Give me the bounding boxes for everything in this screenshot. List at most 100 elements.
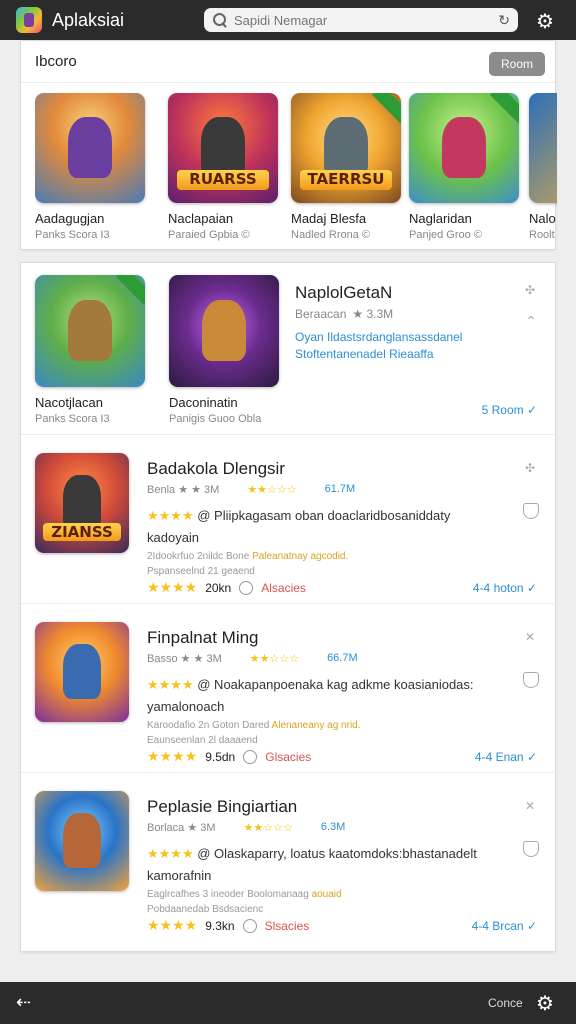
download-count: 9.5dn bbox=[205, 749, 236, 764]
spotlight-item[interactable]: Nacotjlacan Panks Scora I3 bbox=[35, 275, 147, 425]
description-stars: ★★★★ bbox=[147, 508, 194, 523]
item-name: Nalo bbox=[529, 211, 556, 226]
search-bar[interactable]: ↻ bbox=[204, 8, 518, 32]
spotlight-row[interactable]: Nacotjlacan Panks Scora I3 Daconinatin P… bbox=[21, 263, 557, 435]
carousel-item[interactable]: RUARSS Naclapaian Paraied Gpbia © bbox=[168, 93, 280, 241]
game-thumbnail[interactable] bbox=[169, 275, 279, 387]
app-description: ★★★★ @ Pliipkagasam oban doaclaridbosani… bbox=[147, 505, 497, 549]
game-banner-text: ZIANSS bbox=[42, 523, 122, 541]
footer-stars: ★★★★ bbox=[147, 579, 198, 595]
app-row[interactable]: Peplasie Bingiartian Borlaca ★ 3M ★★☆☆☆ … bbox=[21, 773, 557, 942]
carousel-item[interactable]: Nalo Roolt bbox=[529, 93, 557, 241]
game-thumbnail[interactable]: ZIANSS bbox=[35, 453, 129, 553]
app-title[interactable]: Finpalnat Ming bbox=[147, 628, 259, 648]
app-title[interactable]: Badakola Dlengsir bbox=[147, 459, 285, 479]
section-title: Ibcoro bbox=[21, 41, 555, 83]
game-thumbnail[interactable] bbox=[409, 93, 519, 203]
ribbon-badge bbox=[115, 275, 145, 306]
game-thumbnail[interactable] bbox=[35, 93, 145, 203]
spotlight-publisher: Beraacan bbox=[295, 307, 347, 321]
shield-icon[interactable] bbox=[523, 841, 539, 857]
refresh-icon[interactable]: ↻ bbox=[498, 12, 510, 29]
spotlight-item[interactable]: Daconinatin Panigis Guoo Obla bbox=[169, 275, 281, 425]
item-subtitle: Nadled Rrona © bbox=[291, 229, 371, 241]
item-name: Naglaridan bbox=[409, 211, 472, 226]
search-icon bbox=[212, 12, 228, 28]
app-row[interactable]: ZIANSS Badakola Dlengsir Benla ★ ★ 3M ★★… bbox=[21, 435, 557, 604]
back-icon[interactable]: ⇠ bbox=[16, 992, 31, 1013]
app-link[interactable]: 4-4 Enan ✓ bbox=[475, 750, 537, 764]
carousel-item[interactable]: Aadagugjan Panks Scora I3 bbox=[35, 93, 147, 241]
app-logo-icon bbox=[16, 7, 42, 33]
pin-icon[interactable]: ✣ bbox=[525, 283, 535, 297]
note-highlight: Paleanatnay agcodid. bbox=[252, 551, 349, 562]
gear-icon[interactable]: ⚙ bbox=[536, 991, 554, 1016]
game-thumbnail[interactable] bbox=[529, 93, 557, 203]
item-subtitle: Panigis Guoo Obla bbox=[169, 413, 262, 425]
description-stars: ★★★★ bbox=[147, 846, 194, 861]
featured-section: Ibcoro Room Aadagugjan Panks Scora I3 RU… bbox=[20, 40, 557, 250]
spotlight-link[interactable]: 5 Room ✓ bbox=[482, 403, 537, 417]
carousel-item[interactable]: TAERRSU Madaj Blesfa Nadled Rrona © bbox=[291, 93, 403, 241]
top-bar: Aplaksiai ↻ ⚙ bbox=[0, 0, 576, 40]
footer-stars: ★★★★ bbox=[147, 748, 198, 764]
shield-icon[interactable] bbox=[523, 503, 539, 519]
note-text-2: Pspanseelnd 21 geaend bbox=[147, 566, 255, 577]
app-link[interactable]: 4-4 Brcan ✓ bbox=[472, 919, 537, 933]
app-title[interactable]: Peplasie Bingiartian bbox=[147, 797, 297, 817]
item-name: Aadagugjan bbox=[35, 211, 105, 226]
app-meta: Borlaca ★ 3M ★★☆☆☆ 6.3M bbox=[147, 821, 345, 834]
badge-icon bbox=[242, 918, 257, 933]
spotlight-description: Oyan Ildastsrdanglansassdanel Stoftentan… bbox=[295, 330, 463, 361]
item-subtitle: Panks Scora I3 bbox=[35, 229, 110, 241]
item-subtitle: Paraied Gpbia © bbox=[168, 229, 250, 241]
item-subtitle: Roolt bbox=[529, 229, 555, 241]
app-footer: ★★★★ 9.5dn Glsacies bbox=[147, 748, 311, 765]
badge-icon bbox=[243, 749, 258, 764]
item-name: Daconinatin bbox=[169, 395, 238, 410]
close-icon[interactable]: ✕ bbox=[525, 799, 535, 813]
rating-stars: ★★☆☆☆ bbox=[249, 653, 300, 665]
item-name: Madaj Blesfa bbox=[291, 211, 367, 226]
app-size: 61.7M bbox=[324, 483, 356, 495]
item-name: Nacotjlacan bbox=[35, 395, 103, 410]
search-input[interactable] bbox=[234, 12, 494, 28]
shield-icon[interactable] bbox=[523, 672, 539, 688]
featured-carousel[interactable]: Aadagugjan Panks Scora I3 RUARSS Naclapa… bbox=[35, 93, 557, 243]
game-thumbnail[interactable] bbox=[35, 622, 129, 722]
app-footer: ★★★★ 20kn Alsacies bbox=[147, 579, 306, 596]
close-icon[interactable]: ✕ bbox=[525, 630, 535, 644]
item-name: Naclapaian bbox=[168, 211, 234, 226]
description-stars: ★★★★ bbox=[147, 677, 194, 692]
done-button[interactable]: Conce bbox=[488, 996, 523, 1010]
app-row[interactable]: Finpalnat Ming Basso ★ ★ 3M ★★☆☆☆ 66.7M … bbox=[21, 604, 557, 773]
pin-icon[interactable]: ✣ bbox=[525, 461, 535, 475]
game-banner-text: TAERRSU bbox=[299, 170, 393, 190]
more-button[interactable]: Room bbox=[489, 52, 545, 76]
app-footer: ★★★★ 9.3kn Slsacies bbox=[147, 917, 309, 934]
app-list: Nacotjlacan Panks Scora I3 Daconinatin P… bbox=[20, 262, 557, 952]
app-link[interactable]: 4-4 hoton ✓ bbox=[473, 581, 537, 595]
bottom-bar: ⇠ Conce ⚙ bbox=[0, 982, 576, 1024]
app-note: Eaglrcafhes 3 ineoder Boolomanaag aouaid… bbox=[147, 887, 342, 917]
carousel-item[interactable]: Naglaridan Panjed Groo © bbox=[409, 93, 521, 241]
spotlight-title: NaplolGetaN bbox=[295, 283, 393, 302]
game-thumbnail[interactable]: RUARSS bbox=[168, 93, 278, 203]
spotlight-subtitle: Beraacan ★ 3.3M bbox=[295, 307, 393, 321]
gear-icon[interactable]: ⚙ bbox=[536, 9, 554, 34]
app-publisher: Basso ★ ★ 3M bbox=[147, 653, 222, 665]
chevron-up-icon[interactable]: ⌃ bbox=[525, 313, 537, 330]
description-text: @ Noakapanpoenaka kag adkme koasianiodas… bbox=[147, 677, 474, 714]
note-text: 2Idookrfuo 2nildc Bone bbox=[147, 551, 250, 562]
app-meta: Basso ★ ★ 3M ★★☆☆☆ 66.7M bbox=[147, 652, 358, 665]
game-thumbnail[interactable] bbox=[35, 791, 129, 891]
app-size: 66.7M bbox=[327, 652, 358, 664]
game-thumbnail[interactable]: TAERRSU bbox=[291, 93, 401, 203]
download-count: 20kn bbox=[205, 580, 232, 595]
note-text-2: Pobdaanedab Bsdsacienc bbox=[147, 904, 264, 915]
sales-label: Alsacies bbox=[261, 580, 306, 595]
app-note: 2Idookrfuo 2nildc Bone Paleanatnay agcod… bbox=[147, 549, 348, 579]
app-note: Karoodafio 2n Goton Dared Alenaneany ag … bbox=[147, 718, 361, 748]
game-thumbnail[interactable] bbox=[35, 275, 145, 387]
ribbon-badge bbox=[489, 93, 519, 124]
